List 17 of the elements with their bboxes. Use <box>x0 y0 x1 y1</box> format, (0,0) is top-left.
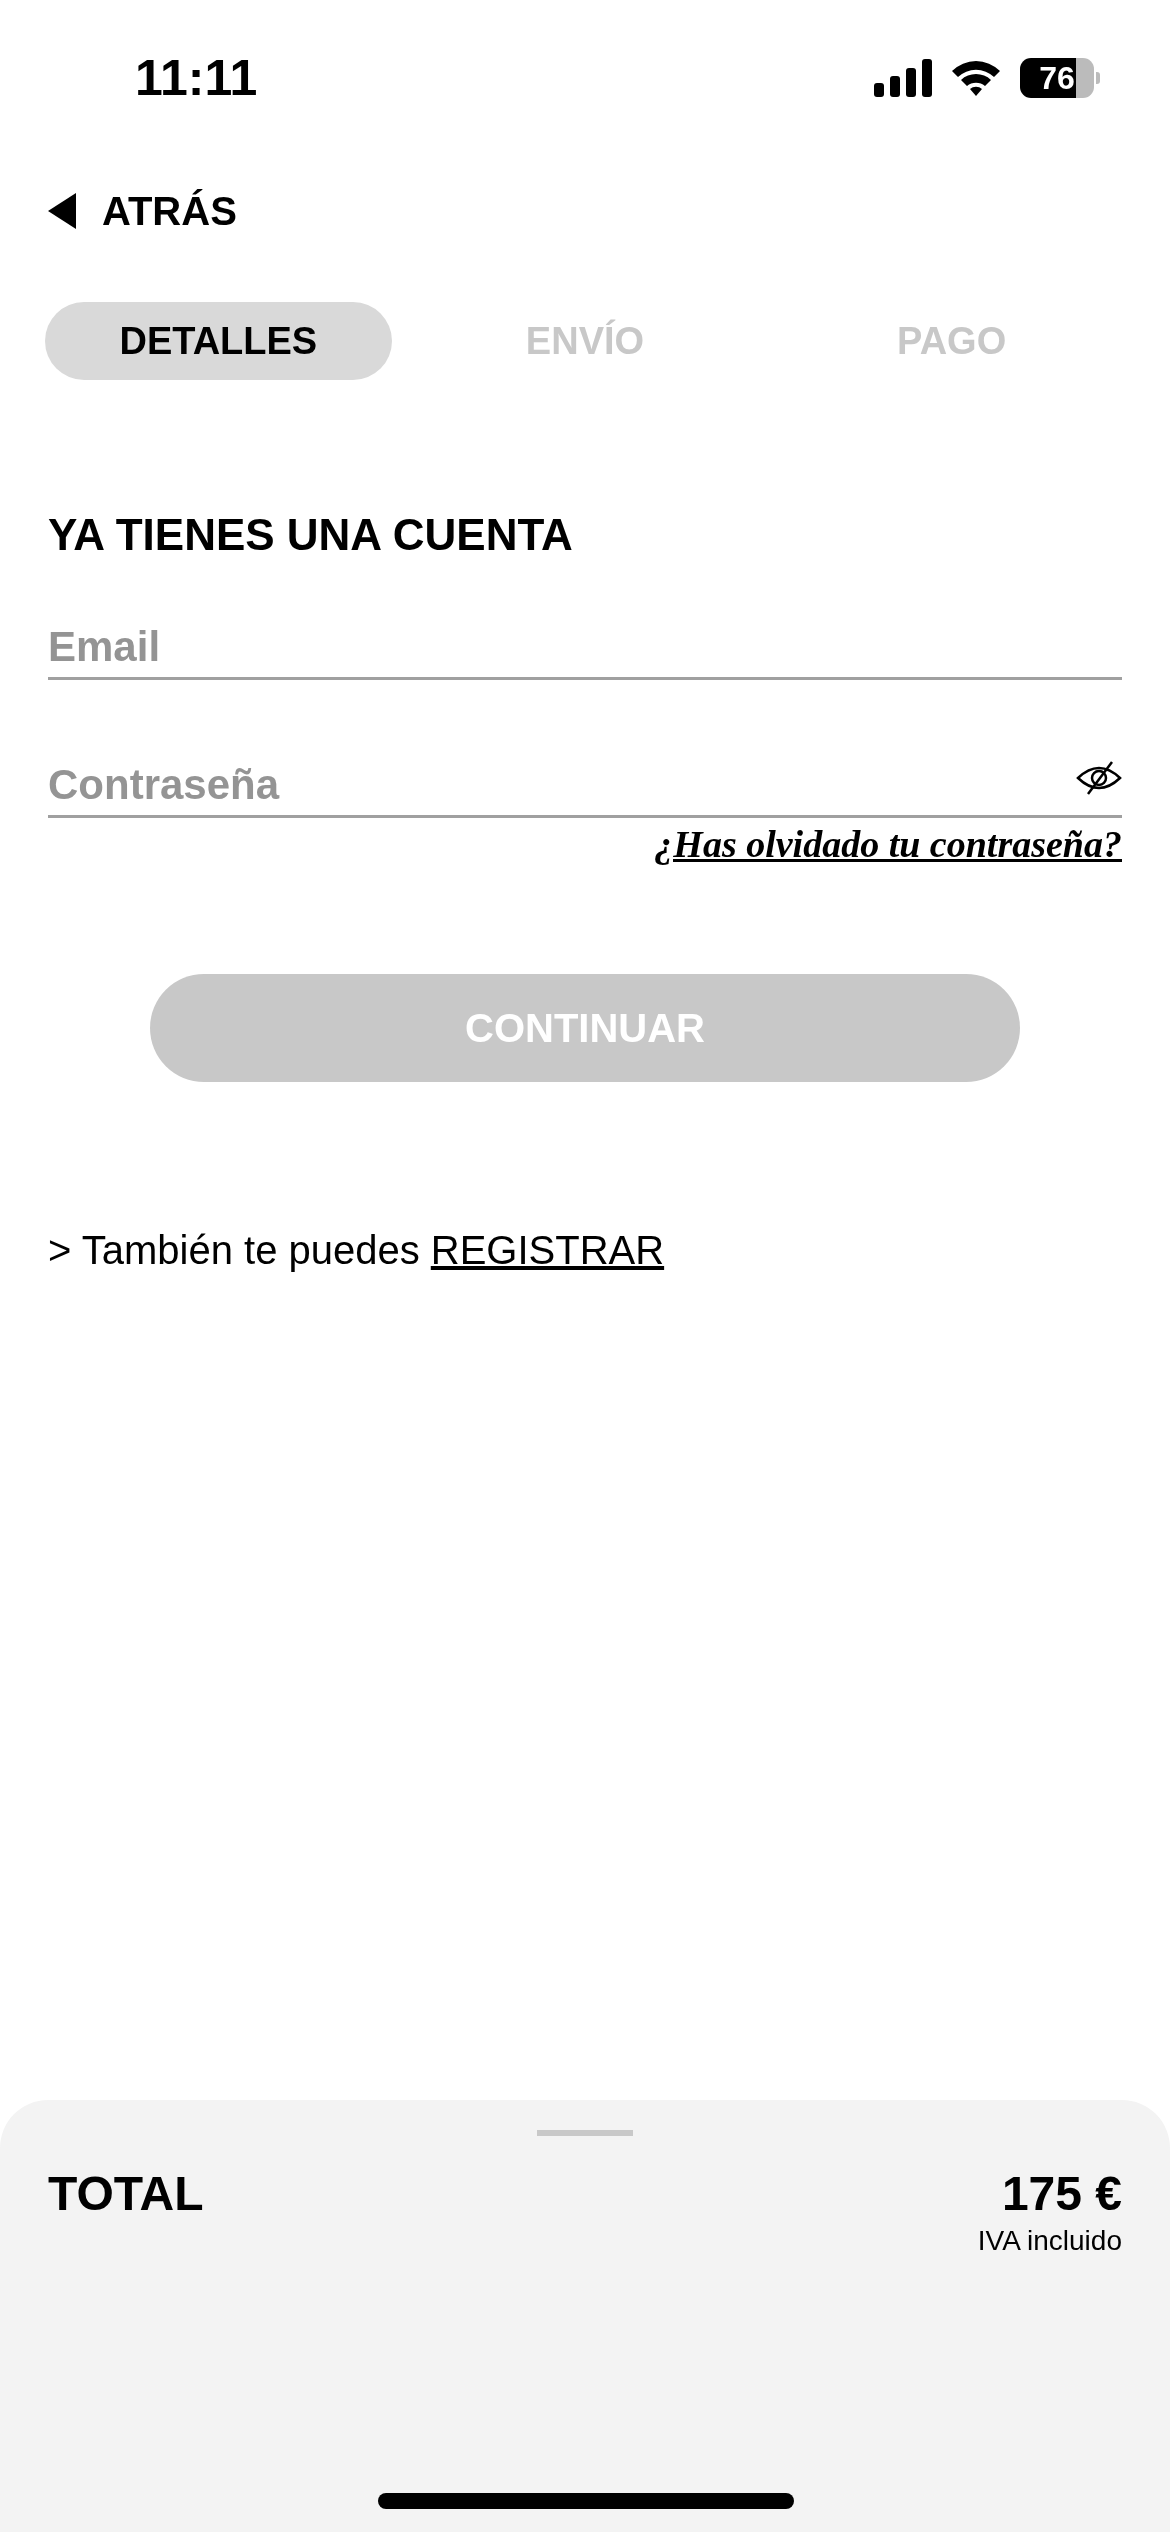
hide-password-icon[interactable] <box>1076 760 1122 796</box>
section-title: YA TIENES UNA CUENTA <box>48 510 574 560</box>
total-label: TOTAL <box>48 2166 204 2222</box>
signal-icon <box>874 59 932 97</box>
back-arrow-icon[interactable] <box>48 193 76 229</box>
step-tab[interactable]: DETALLES <box>45 302 392 380</box>
register-prompt: > También te puedes <box>48 1228 420 1273</box>
wifi-icon <box>950 59 1002 97</box>
total-amount: 175 € <box>1001 2166 1122 2221</box>
back-button[interactable]: ATRÁS <box>48 184 237 238</box>
status-time: 11:11 <box>135 49 258 107</box>
register-link[interactable]: REGISTRAR <box>430 1228 665 1273</box>
tax-note: IVA incluido <box>977 2225 1122 2257</box>
password-field[interactable]: Contraseña <box>48 748 1122 818</box>
sheet-handle[interactable] <box>537 2130 633 2136</box>
email-field[interactable]: Email <box>48 610 1122 680</box>
forgot-password-link[interactable]: ¿Has olvidado tu contraseña? <box>654 822 1122 866</box>
